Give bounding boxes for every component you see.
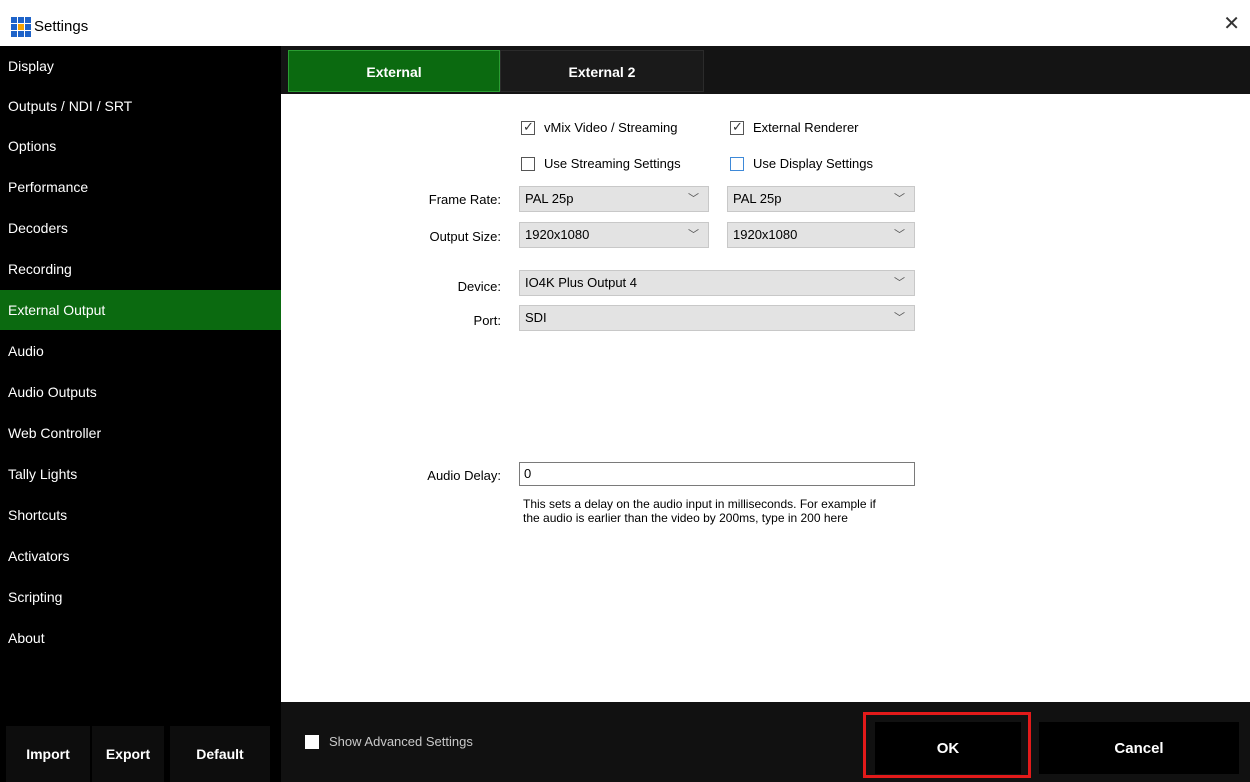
- sidebar-footer: Import Export Default: [0, 726, 281, 782]
- checkmark-icon: [521, 119, 535, 135]
- sidebar-item-external-output[interactable]: External Output: [0, 290, 281, 330]
- output-size-select[interactable]: 1920x1080 ﹀: [519, 222, 709, 248]
- tab-strip: External External 2: [281, 46, 1250, 94]
- close-icon[interactable]: ✕: [1223, 14, 1240, 34]
- sidebar-item-performance[interactable]: Performance: [0, 167, 281, 207]
- vmix-app-icon: [11, 17, 31, 37]
- frame-rate-label: Frame Rate:: [428, 192, 501, 207]
- output-size-2-value: 1920x1080: [733, 227, 798, 242]
- audio-delay-input[interactable]: 0: [519, 462, 915, 486]
- chevron-down-icon: ﹀: [688, 193, 699, 205]
- chevron-down-icon: ﹀: [688, 229, 699, 241]
- port-select[interactable]: SDI ﹀: [519, 305, 915, 331]
- sidebar-item-activators[interactable]: Activators: [0, 536, 281, 576]
- sidebar-item-decoders[interactable]: Decoders: [0, 208, 281, 248]
- frame-rate-value: PAL 25p: [525, 191, 574, 206]
- output-size-label: Output Size:: [429, 229, 501, 244]
- import-button[interactable]: Import: [6, 726, 90, 782]
- ok-highlight-box: [863, 712, 1031, 778]
- sidebar-item-audio-outputs[interactable]: Audio Outputs: [0, 372, 281, 412]
- sidebar-item-options[interactable]: Options: [0, 126, 281, 166]
- checkbox-box: [521, 156, 535, 171]
- sidebar-item-tally-lights[interactable]: Tally Lights: [0, 454, 281, 494]
- output-size-value: 1920x1080: [525, 227, 590, 242]
- title-bar: Settings ✕: [0, 0, 1250, 46]
- chevron-down-icon: ﹀: [894, 193, 905, 205]
- sidebar-item-display[interactable]: Display: [0, 46, 281, 86]
- tab-external[interactable]: External: [288, 50, 500, 92]
- tab-external-2[interactable]: External 2: [500, 50, 704, 92]
- bottom-bar: Show Advanced Settings OK Cancel: [281, 702, 1250, 782]
- default-button[interactable]: Default: [170, 726, 270, 782]
- checkbox-box: [305, 734, 319, 749]
- device-label: Device:: [457, 279, 501, 294]
- device-value: IO4K Plus Output 4: [525, 275, 638, 290]
- external-renderer-checkbox[interactable]: External Renderer: [730, 119, 859, 135]
- sidebar-item-web-controller[interactable]: Web Controller: [0, 413, 281, 453]
- audio-delay-help-text: This sets a delay on the audio input in …: [523, 497, 876, 525]
- chevron-down-icon: ﹀: [894, 312, 905, 324]
- external-output-panel: vMix Video / Streaming External Renderer…: [281, 94, 1250, 702]
- use-streaming-settings-checkbox[interactable]: Use Streaming Settings: [521, 156, 681, 171]
- settings-sidebar: Display Outputs / NDI / SRT Options Perf…: [0, 46, 281, 782]
- vmix-video-streaming-checkbox[interactable]: vMix Video / Streaming: [521, 119, 677, 135]
- port-value: SDI: [525, 310, 547, 325]
- frame-rate-select[interactable]: PAL 25p ﹀: [519, 186, 709, 212]
- device-select[interactable]: IO4K Plus Output 4 ﹀: [519, 270, 915, 296]
- port-label: Port:: [473, 313, 501, 328]
- frame-rate-2-value: PAL 25p: [733, 191, 782, 206]
- show-advanced-settings-checkbox[interactable]: Show Advanced Settings: [305, 734, 473, 749]
- chevron-down-icon: ﹀: [894, 277, 905, 289]
- sidebar-item-outputs[interactable]: Outputs / NDI / SRT: [0, 86, 281, 126]
- sidebar-item-recording[interactable]: Recording: [0, 249, 281, 289]
- output-size-2-select[interactable]: 1920x1080 ﹀: [727, 222, 915, 248]
- chevron-down-icon: ﹀: [894, 229, 905, 241]
- checkmark-icon: [730, 119, 744, 135]
- use-display-settings-checkbox[interactable]: Use Display Settings: [730, 156, 873, 171]
- sidebar-item-scripting[interactable]: Scripting: [0, 577, 281, 617]
- frame-rate-2-select[interactable]: PAL 25p ﹀: [727, 186, 915, 212]
- cancel-button[interactable]: Cancel: [1039, 722, 1239, 774]
- sidebar-item-shortcuts[interactable]: Shortcuts: [0, 495, 281, 535]
- audio-delay-label: Audio Delay:: [427, 468, 501, 483]
- sidebar-item-audio[interactable]: Audio: [0, 331, 281, 371]
- checkbox-box: [730, 156, 744, 171]
- sidebar-item-about[interactable]: About: [0, 618, 281, 658]
- export-button[interactable]: Export: [92, 726, 164, 782]
- window-title: Settings: [34, 18, 89, 35]
